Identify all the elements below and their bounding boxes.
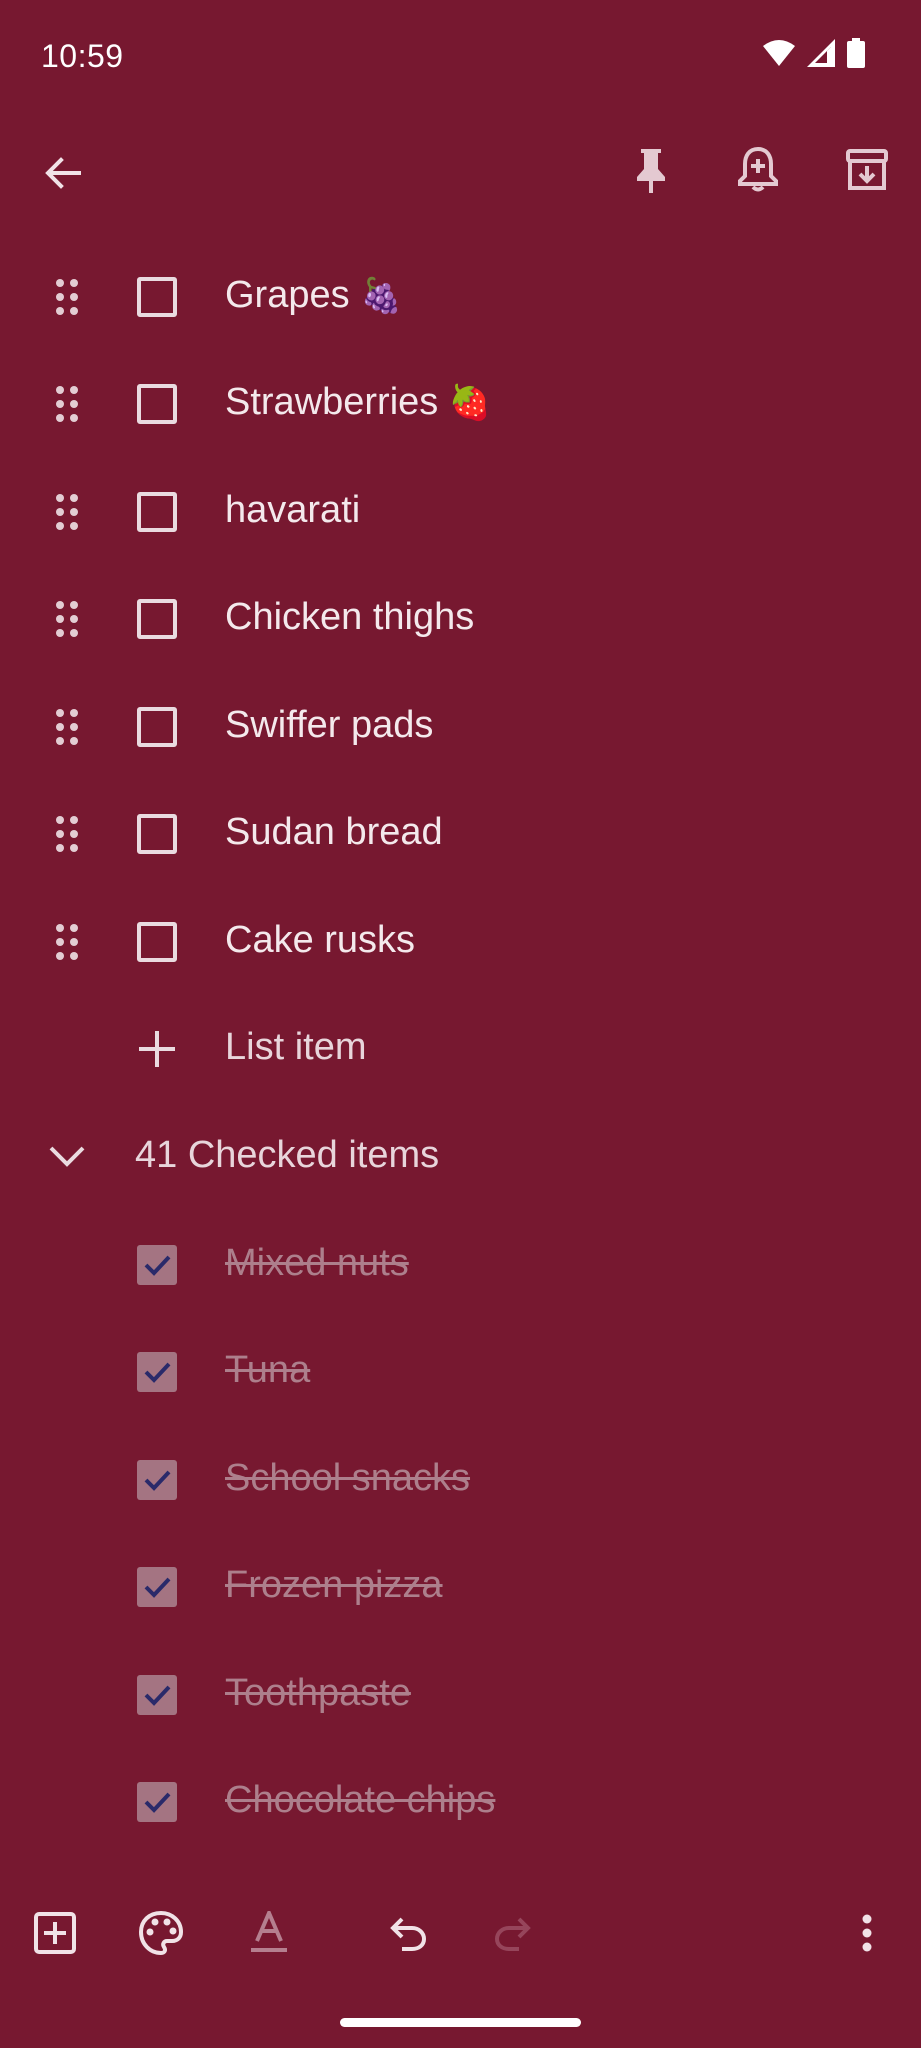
item-checkbox-checked[interactable] bbox=[137, 1675, 177, 1715]
item-label: Cake rusks bbox=[225, 919, 416, 961]
add-box-icon bbox=[34, 1912, 76, 1954]
item-label: havarati bbox=[225, 489, 361, 531]
drag-handle-icon[interactable] bbox=[52, 922, 82, 962]
status-time: 10:59 bbox=[41, 38, 124, 74]
drag-handle-icon[interactable] bbox=[52, 707, 82, 747]
item-emoji: 🍇 bbox=[360, 276, 403, 316]
checked-item-label[interactable]: School snacks bbox=[225, 1457, 470, 1500]
status-icons bbox=[763, 38, 865, 68]
list-item: Swiffer pads bbox=[0, 675, 921, 782]
add-list-item-label: List item bbox=[225, 1026, 367, 1068]
checkmark-icon bbox=[144, 1470, 171, 1491]
back-button[interactable] bbox=[30, 140, 96, 206]
more-vert-icon bbox=[862, 1914, 872, 1952]
add-list-item-row[interactable]: List item bbox=[0, 997, 921, 1104]
item-checkbox-checked[interactable] bbox=[137, 1352, 177, 1392]
item-checkbox[interactable] bbox=[137, 492, 177, 532]
list-item: Sudan bread bbox=[0, 782, 921, 889]
item-text[interactable]: Sudan bread bbox=[225, 811, 443, 854]
drag-handle-icon[interactable] bbox=[52, 384, 82, 424]
checkmark-icon bbox=[144, 1362, 171, 1383]
checked-item-label[interactable]: Toothpaste bbox=[225, 1672, 411, 1715]
list-item: havarati bbox=[0, 460, 921, 567]
checked-list-item: Tuna bbox=[0, 1320, 921, 1427]
checkmark-icon bbox=[144, 1685, 171, 1706]
chevron-down-icon bbox=[49, 1146, 85, 1167]
bottom-toolbar bbox=[0, 1900, 921, 1990]
list-item: Cake rusks bbox=[0, 890, 921, 997]
item-text[interactable]: Chicken thighs bbox=[225, 596, 474, 639]
item-label: Grapes bbox=[225, 274, 350, 316]
checkmark-icon bbox=[144, 1577, 171, 1598]
item-checkbox-checked[interactable] bbox=[137, 1567, 177, 1607]
item-checkbox[interactable] bbox=[137, 384, 177, 424]
background-color-button[interactable] bbox=[128, 1900, 194, 1966]
item-checkbox[interactable] bbox=[137, 277, 177, 317]
item-label: Strawberries bbox=[225, 381, 439, 423]
archive-button[interactable] bbox=[832, 134, 902, 204]
list-item: Strawberries 🍓 bbox=[0, 352, 921, 459]
item-checkbox[interactable] bbox=[137, 922, 177, 962]
pin-button[interactable] bbox=[616, 136, 686, 206]
checked-list-item: Chocolate chips bbox=[0, 1750, 921, 1857]
more-options-button[interactable] bbox=[834, 1900, 900, 1966]
arrow-left-icon bbox=[45, 157, 81, 189]
item-text[interactable]: Cake rusks bbox=[225, 919, 415, 962]
list-item: Chicken thighs bbox=[0, 567, 921, 674]
checked-item-label[interactable]: Chocolate chips bbox=[225, 1779, 495, 1822]
gesture-navigation-handle[interactable] bbox=[340, 2018, 581, 2027]
status-bar: 10:59 bbox=[0, 0, 921, 110]
palette-icon bbox=[138, 1910, 184, 1956]
item-checkbox[interactable] bbox=[137, 707, 177, 747]
checked-list-item: Toothpaste bbox=[0, 1643, 921, 1750]
checked-item-label[interactable]: Tuna bbox=[225, 1349, 310, 1392]
text-format-icon bbox=[251, 1911, 287, 1952]
pin-icon bbox=[637, 149, 665, 193]
item-text[interactable]: Swiffer pads bbox=[225, 704, 433, 747]
item-emoji: 🍓 bbox=[448, 383, 492, 423]
item-checkbox[interactable] bbox=[137, 814, 177, 854]
item-checkbox-checked[interactable] bbox=[137, 1782, 177, 1822]
battery-icon bbox=[847, 38, 865, 68]
checkmark-icon bbox=[144, 1792, 171, 1813]
item-checkbox-checked[interactable] bbox=[137, 1460, 177, 1500]
undo-icon bbox=[390, 1917, 427, 1951]
undo-button[interactable] bbox=[375, 1900, 441, 1966]
add-content-button[interactable] bbox=[22, 1900, 88, 1966]
checked-list-item: Frozen pizza bbox=[0, 1535, 921, 1642]
reminder-button[interactable] bbox=[723, 134, 793, 204]
drag-handle-icon[interactable] bbox=[52, 599, 82, 639]
redo-icon bbox=[494, 1917, 531, 1951]
checked-item-label[interactable]: Frozen pizza bbox=[225, 1564, 443, 1607]
item-text[interactable]: Strawberries 🍓 bbox=[225, 381, 491, 424]
note-toolbar bbox=[0, 140, 921, 230]
item-label: Chicken thighs bbox=[225, 596, 475, 638]
archive-icon bbox=[846, 149, 888, 190]
signal-icon bbox=[807, 39, 835, 67]
item-label: Sudan bread bbox=[225, 811, 443, 853]
checked-item-label[interactable]: Mixed nuts bbox=[225, 1242, 409, 1285]
drag-handle-icon[interactable] bbox=[52, 814, 82, 854]
item-text[interactable]: havarati bbox=[225, 489, 360, 532]
drag-handle-icon[interactable] bbox=[52, 492, 82, 532]
list-item: Grapes 🍇 bbox=[0, 245, 921, 352]
item-text[interactable]: Grapes 🍇 bbox=[225, 274, 403, 317]
wifi-icon bbox=[763, 40, 795, 66]
drag-handle-icon[interactable] bbox=[52, 277, 82, 317]
checked-list-item: Mixed nuts bbox=[0, 1213, 921, 1320]
item-checkbox[interactable] bbox=[137, 599, 177, 639]
checked-items-count: 41 Checked items bbox=[135, 1134, 440, 1176]
plus-icon bbox=[139, 1031, 175, 1067]
checked-items-toggle[interactable]: 41 Checked items bbox=[0, 1105, 921, 1212]
text-format-button[interactable] bbox=[236, 1900, 302, 1966]
checked-list-item: School snacks bbox=[0, 1428, 921, 1535]
redo-button[interactable] bbox=[480, 1900, 546, 1966]
checkmark-icon bbox=[144, 1255, 171, 1276]
item-checkbox-checked[interactable] bbox=[137, 1245, 177, 1285]
bell-plus-icon bbox=[738, 146, 778, 192]
item-label: Swiffer pads bbox=[225, 704, 434, 746]
